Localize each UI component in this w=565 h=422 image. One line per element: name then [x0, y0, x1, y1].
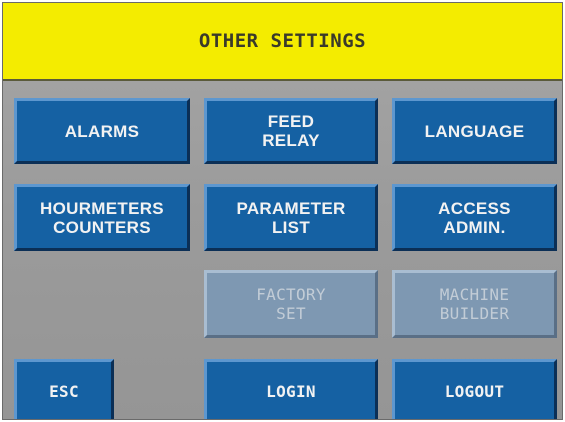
esc-button[interactable]: ESC [14, 359, 114, 419]
alarms-button[interactable]: ALARMS [14, 98, 190, 164]
hmi-screen: OTHER SETTINGS ALARMS FEED RELAY LANGUAG… [2, 2, 563, 420]
feed-relay-button[interactable]: FEED RELAY [204, 98, 378, 164]
title-bar: OTHER SETTINGS [3, 3, 562, 81]
login-button-label: LOGIN [266, 381, 316, 401]
login-button[interactable]: LOGIN [204, 359, 378, 419]
access-admin-button-label: ACCESS ADMIN. [438, 198, 511, 237]
language-button[interactable]: LANGUAGE [392, 98, 557, 164]
factory-set-button: FACTORY SET [204, 270, 378, 338]
hourmeters-counters-button-label: HOURMETERS COUNTERS [40, 198, 164, 237]
page-title: OTHER SETTINGS [198, 30, 367, 52]
logout-button-label: LOGOUT [444, 381, 505, 401]
alarms-button-label: ALARMS [64, 121, 140, 141]
parameter-list-button[interactable]: PARAMETER LIST [204, 184, 378, 251]
hourmeters-counters-button[interactable]: HOURMETERS COUNTERS [14, 184, 190, 251]
logout-button[interactable]: LOGOUT [392, 359, 557, 419]
parameter-list-button-label: PARAMETER LIST [236, 198, 346, 237]
language-button-label: LANGUAGE [424, 121, 525, 141]
machine-builder-button-label: MACHINE BUILDER [439, 285, 510, 323]
access-admin-button[interactable]: ACCESS ADMIN. [392, 184, 557, 251]
esc-button-label: ESC [49, 381, 79, 401]
factory-set-button-label: FACTORY SET [256, 285, 326, 323]
machine-builder-button: MACHINE BUILDER [392, 270, 557, 338]
feed-relay-button-label: FEED RELAY [262, 112, 320, 150]
